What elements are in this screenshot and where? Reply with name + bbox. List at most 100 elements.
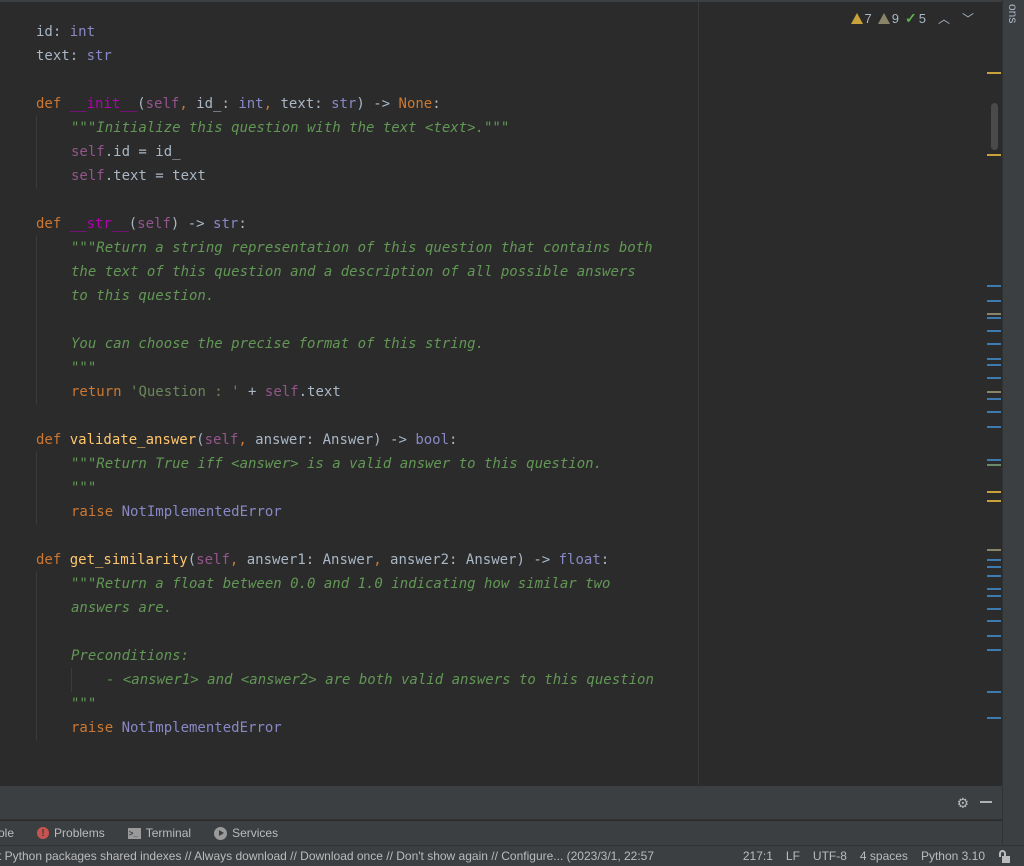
code-editor[interactable]: """ id: int text: str def __init__(self,… <box>0 0 1002 787</box>
line-ending[interactable]: LF <box>786 846 800 866</box>
unlocked-icon[interactable] <box>998 849 1010 863</box>
code-area[interactable]: """ id: int text: str def __init__(self,… <box>0 2 698 787</box>
chevron-up-icon[interactable]: ︿ <box>938 10 950 27</box>
typos-value: 5 <box>918 11 926 26</box>
token: id_ <box>196 96 222 112</box>
status-message[interactable]: t Python packages shared indexes // Alwa… <box>0 846 654 866</box>
weak-warnings-count[interactable]: 9 <box>877 11 899 26</box>
error-stripe-mark[interactable] <box>987 608 1001 610</box>
right-tool-strip: ons <box>1002 0 1024 846</box>
warning-icon <box>850 13 863 24</box>
token: : <box>449 432 458 448</box>
indent-guide <box>36 236 37 404</box>
token: validate_answer <box>69 432 197 448</box>
error-stripe-mark[interactable] <box>987 285 1001 287</box>
code-line: def __str__(self) -> str: <box>36 212 247 236</box>
token: ( <box>196 432 205 448</box>
token: NotImplementedError <box>121 720 282 736</box>
error-stripe-mark[interactable] <box>987 377 1001 379</box>
error-stripe-mark[interactable] <box>987 313 1001 315</box>
error-stripe-mark[interactable] <box>987 398 1001 400</box>
token: ) -> <box>170 216 214 232</box>
token: , <box>238 432 256 448</box>
status-bar: t Python packages shared indexes // Alwa… <box>0 845 1024 866</box>
tab-console[interactable]: ole <box>0 826 14 840</box>
token: : <box>69 48 87 64</box>
error-stripe-mark[interactable] <box>987 500 1001 502</box>
code-line: def get_similarity(self, answer1: Answer… <box>36 548 609 572</box>
caret-position[interactable]: 217:1 <box>743 846 773 866</box>
docstring: the text of this question and a descript… <box>71 264 636 280</box>
error-stripe-mark[interactable] <box>987 330 1001 332</box>
error-stripe-mark[interactable] <box>987 154 1001 156</box>
minimize-icon[interactable] <box>980 801 992 803</box>
token: ( <box>187 552 197 568</box>
error-stripe-mark[interactable] <box>987 300 1001 302</box>
error-stripe-mark[interactable] <box>987 391 1001 393</box>
error-stripe-mark[interactable] <box>987 317 1001 319</box>
token: def <box>36 432 70 448</box>
indent-guide <box>36 116 37 188</box>
tab-services[interactable]: Services <box>214 826 278 840</box>
status-widgets: 217:1 LF UTF-8 4 spaces Python 3.10 <box>743 846 1010 866</box>
inspections-widget[interactable]: 7 9 ✓ 5 ︿ ﹀ <box>850 10 974 27</box>
error-stripe-mark[interactable] <box>987 459 1001 461</box>
typos-count[interactable]: ✓ 5 <box>905 10 926 27</box>
error-stripe-mark[interactable] <box>987 649 1001 651</box>
error-stripe-mark[interactable] <box>987 549 1001 551</box>
error-stripe-mark[interactable] <box>987 72 1001 74</box>
token: raise <box>71 504 122 520</box>
chevron-down-icon[interactable]: ﹀ <box>962 10 974 27</box>
error-stripe-mark[interactable] <box>987 411 1001 413</box>
indent-guide <box>36 452 37 524</box>
scrollbar-thumb[interactable] <box>991 103 998 150</box>
token: ( <box>128 216 138 232</box>
token: def <box>36 552 70 568</box>
code-line: return 'Question : ' + self.text <box>71 380 341 404</box>
token: get_similarity <box>69 552 188 568</box>
side-panel-tab[interactable]: ons <box>1006 4 1020 23</box>
token: + <box>239 384 265 400</box>
file-encoding[interactable]: UTF-8 <box>813 846 847 866</box>
tab-label: ole <box>0 826 15 840</box>
token: text <box>36 48 70 64</box>
token: , <box>373 552 391 568</box>
tab-label: Problems <box>54 826 105 840</box>
error-stripe-mark[interactable] <box>987 464 1001 466</box>
gear-icon[interactable]: ⚙ <box>958 793 968 813</box>
python-interpreter[interactable]: Python 3.10 <box>921 846 985 866</box>
docstring: """Return a string representation of thi… <box>71 240 653 256</box>
code-line: text: str <box>36 44 112 68</box>
error-stripe-mark[interactable] <box>987 635 1001 637</box>
error-stripe-mark[interactable] <box>987 691 1001 693</box>
docstring: Preconditions: <box>71 648 190 664</box>
docstring: """ <box>71 696 97 712</box>
error-stripe-mark[interactable] <box>987 588 1001 590</box>
error-stripe-mark[interactable] <box>987 717 1001 719</box>
token: __init__ <box>69 96 138 112</box>
token: def <box>36 216 70 232</box>
warnings-count[interactable]: 7 <box>850 11 872 26</box>
token: self <box>137 216 171 232</box>
indent-guide <box>71 668 72 692</box>
tab-problems[interactable]: ! Problems <box>37 826 105 840</box>
error-stripe-mark[interactable] <box>987 364 1001 366</box>
token: , <box>179 96 197 112</box>
error-stripe-mark[interactable] <box>987 426 1001 428</box>
docstring: """ <box>71 480 97 496</box>
error-stripe-mark[interactable] <box>987 575 1001 577</box>
tab-terminal[interactable]: >_ Terminal <box>127 826 191 840</box>
error-stripe-mark[interactable] <box>987 559 1001 561</box>
error-stripe-mark[interactable] <box>987 491 1001 493</box>
error-stripe-mark[interactable] <box>987 620 1001 622</box>
token: : <box>52 24 70 40</box>
code-line: self.text = text <box>71 164 206 188</box>
error-stripe-mark[interactable] <box>987 358 1001 360</box>
error-stripe-mark[interactable] <box>987 343 1001 345</box>
indent-setting[interactable]: 4 spaces <box>860 846 908 866</box>
token: self <box>204 432 239 448</box>
error-stripe-mark[interactable] <box>987 595 1001 597</box>
token: def <box>36 96 70 112</box>
error-stripe-mark[interactable] <box>987 566 1001 568</box>
token: , <box>263 96 281 112</box>
